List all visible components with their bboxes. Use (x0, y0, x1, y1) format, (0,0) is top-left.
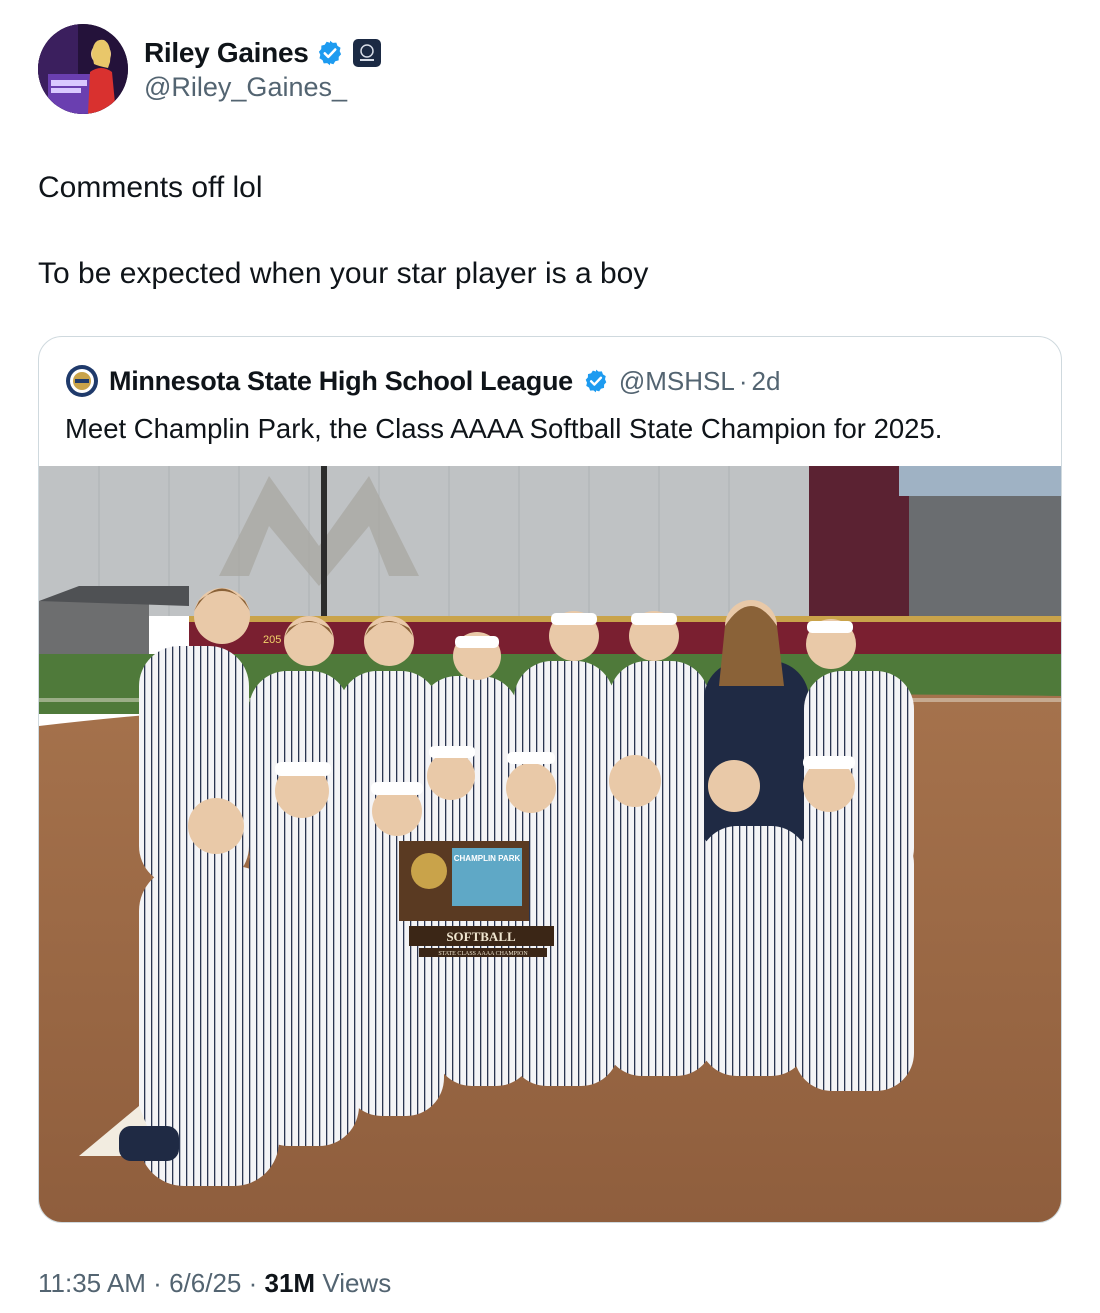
quoted-display-name[interactable]: Minnesota State High School League (109, 366, 573, 397)
tweet-line: To be expected when your star player is … (38, 257, 649, 290)
quoted-tweet-header: Minnesota State High School League @MSHS… (65, 363, 780, 399)
trophy-label: SOFTBALL (446, 929, 516, 944)
author-avatar[interactable] (38, 24, 128, 114)
quoted-handle[interactable]: @MSHSL (619, 366, 735, 397)
tweet-text: Comments off lol To be expected when you… (38, 166, 1058, 295)
tweet-time[interactable]: 11:35 AM (38, 1268, 146, 1298)
team-photo-image[interactable]: 205 CHAMPLIN PARK SOFTBALL STATE CLASS A… (39, 466, 1062, 1223)
views-count[interactable]: 31M (265, 1268, 316, 1298)
separator-dot: · (153, 1268, 162, 1298)
tweet-line: Comments off lol (38, 171, 263, 204)
separator-dot: · (738, 365, 748, 396)
fence-number: 205 (263, 634, 281, 646)
plaque-text: CHAMPLIN PARK (454, 854, 521, 863)
verified-badge-icon (319, 40, 342, 66)
quoted-tweet-text: Meet Champlin Park, the Class AAAA Softb… (65, 413, 943, 444)
tweet-date[interactable]: 6/6/25 (169, 1268, 241, 1298)
quoted-tweet-card[interactable]: Minnesota State High School League @MSHS… (38, 336, 1062, 1223)
mshsl-avatar-icon[interactable] (65, 364, 99, 398)
profile-photo-icon (38, 24, 128, 114)
trophy-sublabel: STATE CLASS AAAA CHAMPION (438, 951, 528, 957)
views-label: Views (322, 1268, 392, 1298)
separator-dot: · (248, 1268, 258, 1298)
affiliate-badge-icon[interactable] (352, 38, 382, 68)
author-handle[interactable]: @Riley_Gaines_ (144, 72, 347, 103)
verified-badge-icon (585, 369, 607, 393)
author-display-name[interactable]: Riley Gaines (144, 37, 309, 69)
quoted-timestamp[interactable]: 2d (752, 366, 781, 397)
tweet-meta: 11:35 AM · 6/6/25 · 31M Views (38, 1268, 391, 1299)
author-name-row: Riley Gaines (144, 34, 382, 72)
